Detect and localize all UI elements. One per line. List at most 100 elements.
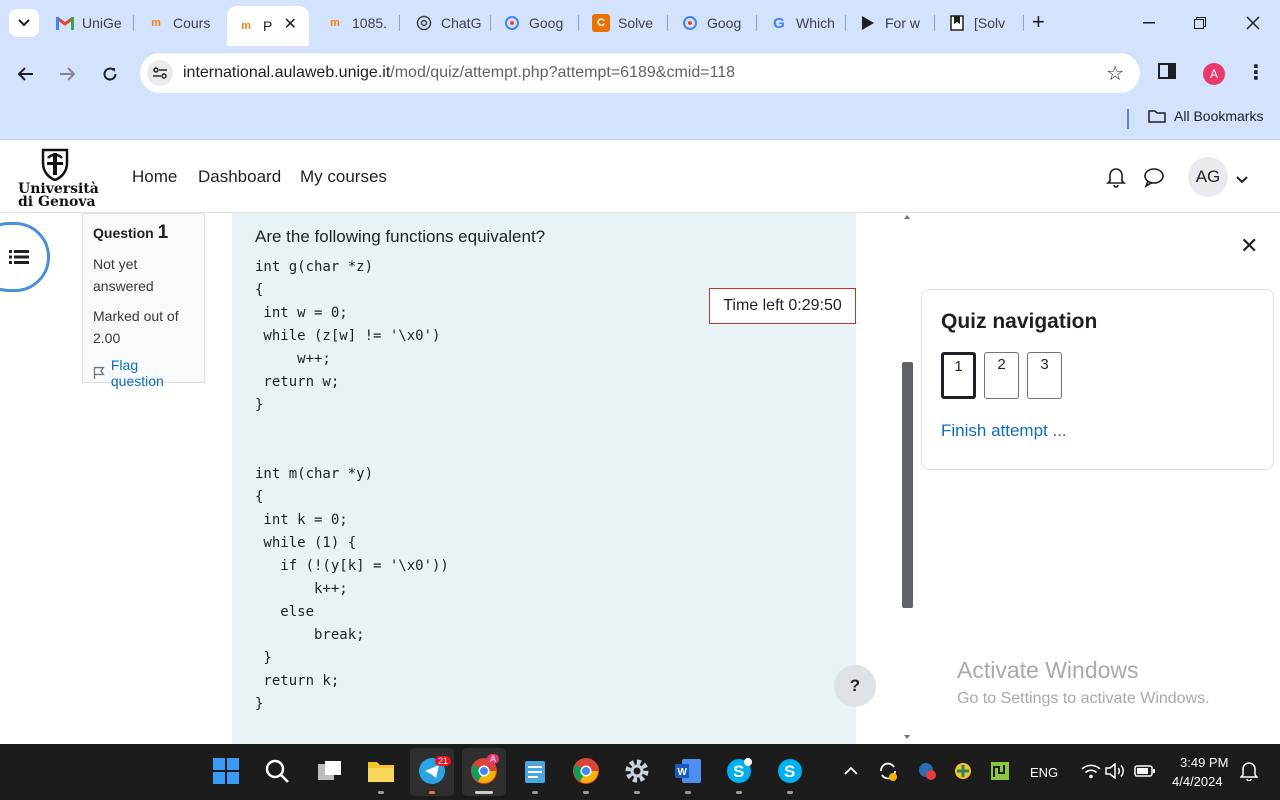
task-view-icon[interactable] (315, 756, 345, 786)
tray-app-icon[interactable] (912, 756, 942, 786)
list-icon (9, 250, 29, 264)
windows-taskbar: 21 A W S S ENG 3:49 PM 4/4/2024 (0, 744, 1280, 800)
windows-start-icon[interactable] (211, 756, 241, 786)
volume-icon[interactable] (1101, 756, 1131, 786)
close-tab-icon[interactable]: ✕ (284, 14, 297, 34)
user-menu-chevron-icon[interactable] (1236, 171, 1248, 189)
profile-avatar-button[interactable]: A (1203, 63, 1225, 85)
scroll-up-arrow-icon[interactable] (904, 215, 910, 219)
moodle-icon: m (241, 20, 251, 32)
url-text: international.aulaweb.unige.it/mod/quiz/… (183, 64, 736, 81)
browser-tab-7[interactable]: C Solve (582, 6, 668, 40)
google-lens-icon (681, 14, 699, 32)
user-avatar[interactable]: AG (1188, 157, 1228, 197)
browser-tab-active[interactable]: m P ✕ (227, 6, 309, 46)
taskbar-search-icon[interactable] (262, 756, 292, 786)
code-line: return k; (255, 673, 340, 689)
messages-icon[interactable] (1143, 166, 1165, 193)
code-line: while (z[w] != '\x0') (255, 328, 441, 344)
clock-date[interactable]: 4/4/2024 (1172, 774, 1223, 789)
browser-tab-6[interactable]: Goog (493, 6, 579, 40)
tab-search-button[interactable] (9, 9, 39, 37)
clock-time[interactable]: 3:49 PM (1180, 755, 1228, 770)
moodle-icon: m (330, 17, 340, 29)
quiz-timer: Time left 0:29:50 (709, 288, 856, 324)
code-block: int g(char *z){ int w = 0; while (z[w] !… (255, 256, 833, 716)
close-window-icon[interactable] (1230, 8, 1276, 38)
bookmark-star-icon[interactable]: ☆ (1106, 61, 1124, 86)
activate-windows-watermark: Activate Windows Go to Settings to activ… (957, 657, 1210, 708)
moodle-icon: m (151, 17, 161, 29)
browser-tab-2[interactable]: m Cours (137, 6, 225, 40)
play-icon (859, 14, 877, 32)
finish-attempt-link[interactable]: Finish attempt ... (941, 421, 1254, 441)
browser-tab-1[interactable]: UniGe (46, 6, 134, 40)
settings-gear-icon[interactable] (622, 756, 652, 786)
new-tab-icon[interactable]: + (1032, 11, 1045, 33)
restore-icon[interactable] (1177, 8, 1223, 38)
notification-bell-icon[interactable] (1106, 166, 1126, 193)
kebab-menu-icon[interactable]: ⋮ (1246, 60, 1266, 85)
browser-tab-8[interactable]: Goog (671, 6, 757, 40)
google-lens-icon (503, 14, 521, 32)
tray-expand-chevron-icon[interactable] (836, 756, 866, 786)
forward-button[interactable] (51, 58, 83, 90)
tray-app-3-icon[interactable] (985, 756, 1015, 786)
back-arrow-icon (18, 67, 33, 81)
help-button[interactable]: ? (834, 665, 876, 707)
scrollbar-thumb[interactable] (902, 362, 913, 608)
tray-app-2-icon[interactable] (948, 756, 978, 786)
sync-icon[interactable] (873, 756, 903, 786)
notepad-icon[interactable] (520, 756, 550, 786)
minimize-icon[interactable] (1126, 8, 1172, 38)
bookmark-icon (948, 14, 966, 32)
svg-text:S: S (733, 762, 744, 781)
code-line: } (255, 650, 272, 666)
battery-icon[interactable] (1130, 756, 1160, 786)
chrome-profile-2-icon[interactable] (571, 756, 601, 786)
browser-tab-5[interactable]: ChatG (405, 6, 491, 40)
file-explorer-icon[interactable] (366, 756, 396, 786)
skype-2-icon[interactable]: S (775, 756, 805, 786)
gmail-icon (56, 14, 74, 32)
back-button[interactable] (10, 58, 42, 90)
nav-home[interactable]: Home (132, 167, 177, 187)
code-line: int g(char *z) (255, 259, 374, 275)
question-nav-button-1[interactable]: 1 (941, 352, 976, 399)
question-nav-button-3[interactable]: 3 (1027, 352, 1062, 399)
telegram-badge: 21 (435, 756, 452, 766)
chevron-down-icon (18, 19, 30, 27)
skype-icon[interactable]: S (724, 756, 754, 786)
reload-button[interactable] (94, 58, 126, 90)
side-panel-icon[interactable] (1158, 63, 1180, 83)
logo-line-2: di Genova (18, 194, 96, 210)
question-nav-button-2[interactable]: 2 (984, 352, 1019, 399)
chatgpt-icon (415, 14, 433, 32)
question-info-panel: Question 1 Not yet answered Marked out o… (82, 213, 205, 389)
nav-dashboard[interactable]: Dashboard (198, 167, 281, 187)
code-line: } (255, 397, 264, 413)
google-icon: G (773, 14, 785, 32)
flag-question-button[interactable]: Flag question (93, 357, 194, 389)
code-line: return w; (255, 374, 340, 390)
site-info-icon[interactable] (147, 60, 173, 86)
svg-text:W: W (678, 767, 688, 778)
all-bookmarks-button[interactable]: All Bookmarks (1148, 108, 1263, 124)
course-index-toggle-button[interactable] (0, 222, 50, 292)
word-icon[interactable]: W (673, 756, 703, 786)
university-logo[interactable]: Università di Genova (18, 145, 99, 211)
browser-tab-10[interactable]: For w (849, 6, 935, 40)
browser-tab-11[interactable]: [Solv (938, 6, 1024, 40)
nav-my-courses[interactable]: My courses (300, 167, 387, 187)
notification-center-bell-icon[interactable] (1234, 756, 1264, 786)
close-drawer-icon[interactable]: ✕ (1240, 234, 1258, 258)
browser-tab-9[interactable]: G Which (760, 6, 846, 40)
address-bar[interactable]: international.aulaweb.unige.it/mod/quiz/… (140, 53, 1140, 93)
scroll-down-arrow-icon[interactable] (904, 735, 910, 739)
site-header: Università di Genova Home Dashboard My c… (0, 141, 1280, 213)
browser-tab-4[interactable]: m 1085. (316, 6, 400, 40)
question-buttons: 1 2 3 (941, 352, 1254, 399)
watermark-title: Activate Windows (957, 657, 1139, 683)
language-indicator[interactable]: ENG (1030, 765, 1058, 780)
